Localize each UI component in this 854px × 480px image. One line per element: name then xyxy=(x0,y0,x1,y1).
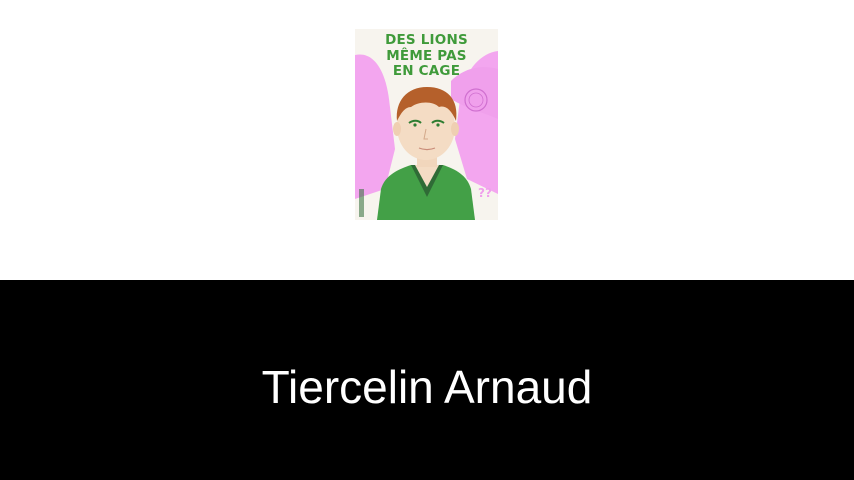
author-banner: Tiercelin Arnaud xyxy=(0,280,854,480)
page: ?? DES LIONS MÊME PAS EN CAGE Tiercelin … xyxy=(0,0,854,480)
book-title-line-3: EN CAGE xyxy=(392,63,461,79)
svg-text:??: ?? xyxy=(478,186,492,200)
author-name: Tiercelin Arnaud xyxy=(261,361,593,413)
book-cover-image[interactable]: ?? DES LIONS MÊME PAS EN CAGE xyxy=(355,29,498,220)
book-title: DES LIONS MÊME PAS EN CAGE xyxy=(355,32,498,80)
cover-area: ?? DES LIONS MÊME PAS EN CAGE xyxy=(0,0,854,280)
book-title-line-2: MÊME PAS xyxy=(386,47,467,64)
book-title-line-1: DES LIONS xyxy=(385,32,468,48)
